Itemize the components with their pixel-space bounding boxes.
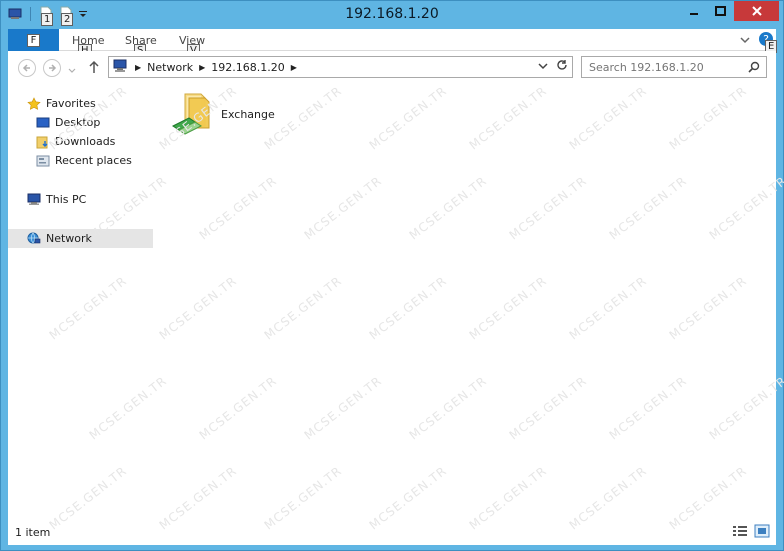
network-computer-icon <box>113 59 129 76</box>
help-icon[interactable]: ? E <box>758 31 778 53</box>
explorer-window: 1 2 192.168.1.20 F Home Share View E ▶ N… <box>0 0 784 551</box>
address-dropdown-icon[interactable] <box>538 60 548 73</box>
nav-item-label: Desktop <box>55 116 101 129</box>
tab-view[interactable]: View V <box>179 34 205 57</box>
breadcrumb-network[interactable]: Network <box>147 61 193 74</box>
qat-keytip-2: 2 <box>61 13 74 26</box>
downloads-folder-icon <box>35 134 51 150</box>
forward-arrow-icon <box>49 64 57 72</box>
search-input[interactable] <box>589 60 739 74</box>
tab-share[interactable]: Share S <box>125 34 157 57</box>
nav-item-desktop[interactable]: Desktop <box>8 113 153 132</box>
address-tools <box>538 59 568 74</box>
navigation-pane: Favorites Desktop Downloads Recent place… <box>8 84 153 519</box>
recent-locations-button[interactable] <box>68 64 76 77</box>
nav-item-label: Network <box>46 232 92 245</box>
nav-item-label: Favorites <box>46 97 96 110</box>
maximize-button[interactable] <box>707 1 734 21</box>
window-title: 192.168.1.20 <box>345 6 439 22</box>
item-count: 1 item <box>15 525 51 539</box>
nav-item-network[interactable]: Network <box>8 229 153 248</box>
customize-qat-icon[interactable] <box>78 6 88 22</box>
close-button[interactable] <box>734 1 779 21</box>
recent-places-icon <box>35 153 51 169</box>
nav-item-label: This PC <box>46 193 87 206</box>
back-arrow-icon <box>22 64 30 72</box>
tab-file[interactable]: F <box>8 29 59 51</box>
network-icon <box>26 231 42 247</box>
file-keytip: F <box>26 33 41 47</box>
nav-item-favorites[interactable]: Favorites <box>8 94 153 113</box>
window-menu-icon[interactable] <box>7 6 23 22</box>
address-row: ▶ Network ▶ 192.168.1.20 ▶ <box>8 51 776 84</box>
refresh-icon[interactable] <box>556 59 568 74</box>
breadcrumb-chevron-icon[interactable]: ▶ <box>199 63 205 72</box>
title-bar[interactable]: 1 2 192.168.1.20 <box>1 1 783 29</box>
chevron-down-icon <box>68 68 76 73</box>
tab-home[interactable]: Home H <box>72 34 104 57</box>
new-folder-icon[interactable]: 2 <box>58 6 74 26</box>
nav-item-label: Downloads <box>55 135 116 148</box>
shared-folder-icon <box>171 90 215 139</box>
file-list[interactable]: Exchange <box>153 84 776 519</box>
forward-button[interactable] <box>43 59 61 77</box>
breadcrumb-chevron-icon[interactable]: ▶ <box>135 63 141 72</box>
nav-item-this-pc[interactable]: This PC <box>8 190 153 209</box>
item-label: Exchange <box>221 108 275 121</box>
details-view-icon[interactable] <box>732 524 748 541</box>
list-item[interactable]: Exchange <box>171 90 275 139</box>
quick-access-toolbar: 1 2 <box>7 6 88 26</box>
computer-icon <box>26 192 42 208</box>
qat-separator <box>30 7 31 21</box>
large-icons-view-icon[interactable] <box>754 524 770 541</box>
nav-item-downloads[interactable]: Downloads <box>8 132 153 151</box>
up-arrow-icon <box>89 60 99 73</box>
search-box[interactable] <box>581 56 767 78</box>
window-controls <box>680 1 779 21</box>
minimize-button[interactable] <box>680 1 707 21</box>
desktop-icon <box>35 115 51 131</box>
qat-keytip-1: 1 <box>41 13 54 26</box>
breadcrumb-host[interactable]: 192.168.1.20 <box>211 61 284 74</box>
properties-icon[interactable]: 1 <box>38 6 54 26</box>
status-bar: 1 item <box>8 519 776 545</box>
breadcrumb-chevron-icon[interactable]: ▶ <box>291 63 297 72</box>
nav-item-label: Recent places <box>55 154 132 167</box>
expand-ribbon-icon[interactable] <box>740 34 750 47</box>
nav-item-recent-places[interactable]: Recent places <box>8 151 153 170</box>
search-icon[interactable] <box>748 61 760 76</box>
address-bar[interactable]: ▶ Network ▶ 192.168.1.20 ▶ <box>108 56 573 78</box>
back-button[interactable] <box>18 59 36 77</box>
up-button[interactable] <box>88 60 100 77</box>
view-toggle <box>732 524 770 541</box>
ribbon-tabs: F Home H Share S View V ? E <box>8 29 778 57</box>
ribbon-right-controls: ? E <box>740 31 778 53</box>
star-icon <box>26 96 42 112</box>
